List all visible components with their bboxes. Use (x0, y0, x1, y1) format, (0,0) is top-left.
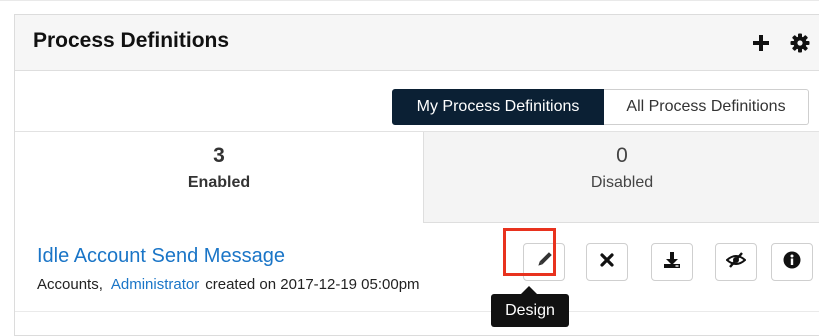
filter-toggle-group: My Process Definitions All Process Defin… (392, 89, 809, 125)
design-button[interactable] (523, 243, 565, 281)
tab-disabled[interactable]: 0 Disabled (423, 132, 819, 223)
dashlet-title: Process Definitions (33, 29, 230, 52)
design-tooltip: Design (491, 294, 569, 327)
export-button[interactable] (651, 243, 693, 281)
info-icon (783, 251, 801, 274)
all-process-definitions-button[interactable]: All Process Definitions (604, 89, 809, 125)
tab-label: Enabled (187, 174, 251, 191)
status-tabs: 3 Enabled 0 Disabled (15, 132, 819, 223)
info-button[interactable] (771, 243, 813, 281)
record-meta: Accounts, Administrator created on 2017-12… (37, 276, 420, 293)
gear-icon[interactable] (788, 29, 812, 57)
filter-toggle-row: My Process Definitions All Process Defin… (15, 71, 819, 132)
tab-count: 0 (616, 144, 628, 167)
tooltip-arrow (521, 286, 537, 294)
tab-enabled[interactable]: 3 Enabled (15, 132, 423, 223)
plus-icon[interactable] (750, 29, 772, 57)
record-user-link[interactable]: Administrator (111, 276, 199, 293)
eye-slash-icon (725, 251, 747, 273)
record-module: Accounts, (37, 276, 103, 293)
process-definitions-dashlet: Process Definitions My Process Definitio… (14, 14, 819, 336)
disable-button[interactable] (715, 243, 757, 281)
tab-count: 3 (213, 144, 225, 167)
dashlet-header: Process Definitions (15, 15, 819, 71)
pencil-icon (536, 251, 552, 273)
page-top-divider (0, 0, 819, 1)
list-item: Idle Account Send Message Accounts, Admin… (15, 223, 819, 312)
record-name-link[interactable]: Idle Account Send Message (37, 245, 285, 268)
close-icon (600, 252, 614, 272)
tab-label: Disabled (590, 174, 654, 191)
delete-button[interactable] (586, 243, 628, 281)
download-icon (663, 251, 681, 274)
my-process-definitions-button[interactable]: My Process Definitions (392, 89, 604, 125)
record-created-text: created on 2017-12-19 05:00pm (205, 276, 420, 293)
